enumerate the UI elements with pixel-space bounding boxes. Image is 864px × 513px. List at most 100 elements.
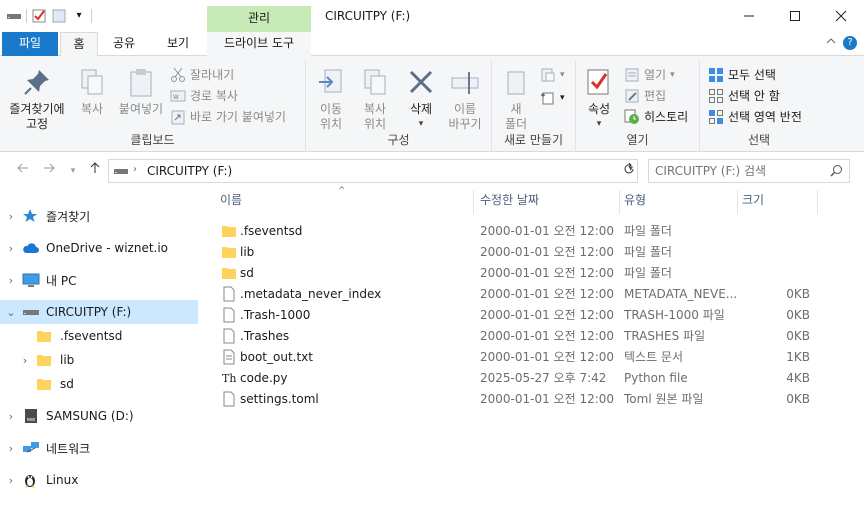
back-button[interactable] bbox=[12, 160, 34, 182]
file-date: 2000-01-01 오전 12:00 bbox=[480, 224, 615, 238]
ribbon-collapse-icon[interactable] bbox=[826, 36, 836, 49]
recent-locations-button[interactable]: ▾ bbox=[62, 160, 84, 182]
text-file-icon bbox=[222, 349, 236, 365]
properties-icon[interactable] bbox=[31, 8, 47, 24]
properties-button[interactable]: 속성 ▾ bbox=[580, 66, 618, 132]
collapse-chevron-icon[interactable]: ⌄ bbox=[0, 306, 22, 319]
organize-group-label: 구성 bbox=[387, 133, 410, 147]
column-header-type[interactable]: 유형 bbox=[620, 186, 736, 214]
nav-item-label: SAMSUNG (D:) bbox=[46, 409, 134, 423]
select-all-button[interactable]: 모두 선택 bbox=[708, 65, 776, 85]
expand-chevron-icon[interactable]: › bbox=[0, 442, 22, 455]
file-row[interactable]: settings.toml 2000-01-01 오전 12:00 Toml 원본 … bbox=[216, 388, 864, 409]
minimize-button[interactable] bbox=[726, 0, 772, 32]
tab-drive-tools[interactable]: 드라이브 도구 bbox=[207, 32, 311, 56]
refresh-button[interactable] bbox=[619, 160, 639, 182]
move-to-button[interactable]: 이동 위치 bbox=[310, 66, 352, 132]
properties-dropdown-icon[interactable]: ▾ bbox=[580, 117, 618, 132]
maximize-button[interactable] bbox=[772, 0, 818, 32]
file-row[interactable]: boot_out.txt 2000-01-01 오전 12:00 텍스트 문서 1KB bbox=[216, 346, 864, 367]
file-row[interactable]: .Trash-1000 2000-01-01 오전 12:00 TRASH-1000… bbox=[216, 304, 864, 325]
copy-label: 복사 bbox=[80, 102, 104, 116]
cut-label: 잘라내기 bbox=[190, 68, 235, 82]
help-icon[interactable]: ? bbox=[843, 36, 857, 50]
expand-chevron-icon[interactable]: › bbox=[0, 210, 22, 223]
breadcrumb-chevron-icon[interactable]: › bbox=[133, 164, 137, 175]
nav-item-circuitpy[interactable]: ⌄ CIRCUITPY (F:) bbox=[0, 300, 198, 324]
expand-chevron-icon[interactable]: › bbox=[14, 354, 36, 367]
nav-item-quick-access[interactable]: › 즐겨찾기 bbox=[0, 204, 198, 228]
expand-chevron-icon[interactable]: › bbox=[0, 410, 22, 423]
column-header-date[interactable]: 수정한 날짜 bbox=[476, 186, 618, 214]
tab-share[interactable]: 공유 bbox=[104, 32, 144, 56]
close-button[interactable] bbox=[818, 0, 864, 32]
new-folder-icon[interactable] bbox=[51, 8, 67, 24]
rename-button[interactable]: 이름 바꾸기 bbox=[442, 66, 488, 132]
file-row[interactable]: lib 2000-01-01 오전 12:00 파일 폴더 bbox=[216, 241, 864, 262]
nav-item-sd[interactable]: sd bbox=[0, 372, 198, 396]
easy-access-button[interactable]: ▾ bbox=[540, 88, 565, 108]
file-size: 0KB bbox=[786, 391, 810, 406]
address-path[interactable]: CIRCUITPY (F:) bbox=[147, 164, 232, 178]
up-button[interactable] bbox=[84, 160, 106, 182]
nav-item-linux[interactable]: › Linux bbox=[0, 468, 198, 492]
folder-icon bbox=[36, 328, 54, 344]
invert-selection-label: 선택 영역 반전 bbox=[728, 110, 802, 124]
delete-button[interactable]: 삭제 ▾ bbox=[400, 66, 442, 132]
copy-path-label: 경로 복사 bbox=[190, 89, 238, 103]
nav-item-this-pc[interactable]: › 내 PC bbox=[0, 268, 198, 292]
history-button[interactable]: 히스토리 bbox=[624, 107, 688, 127]
delete-dropdown-icon[interactable]: ▾ bbox=[400, 117, 442, 132]
paste-shortcut-button[interactable]: 바로 가기 붙여넣기 bbox=[170, 107, 286, 127]
expand-chevron-icon[interactable]: › bbox=[0, 274, 22, 287]
copy-path-button[interactable]: W 경로 복사 bbox=[170, 86, 238, 106]
nav-item-lib[interactable]: › lib bbox=[0, 348, 198, 372]
copy-to-button[interactable]: 복사 위치 bbox=[354, 66, 396, 132]
nav-item-onedrive[interactable]: › OneDrive - wiznet.io bbox=[0, 236, 198, 260]
expand-chevron-icon[interactable]: › bbox=[0, 242, 22, 255]
linux-icon bbox=[22, 472, 40, 488]
scissors-icon bbox=[170, 67, 186, 83]
paste-button[interactable]: 붙여넣기 bbox=[114, 66, 168, 117]
search-input[interactable] bbox=[655, 163, 825, 179]
expand-chevron-icon[interactable]: › bbox=[0, 474, 22, 487]
cut-button[interactable]: 잘라내기 bbox=[170, 65, 234, 85]
pin-to-quick-access-button[interactable]: 즐겨찾기에 고정 bbox=[4, 66, 70, 132]
history-label: 히스토리 bbox=[644, 110, 689, 124]
open-button[interactable]: 열기 ▾ bbox=[624, 65, 675, 85]
file-row[interactable]: Th code.py 2025-05-27 오후 7:42 Python file 4K… bbox=[216, 367, 864, 388]
rename-icon bbox=[449, 66, 481, 98]
copy-to-icon bbox=[359, 66, 391, 98]
column-header-size[interactable]: 크기 bbox=[738, 186, 818, 214]
new-folder-button[interactable]: 새 폴더 bbox=[496, 66, 536, 132]
tab-file[interactable]: 파일 bbox=[2, 32, 58, 56]
column-separator[interactable] bbox=[473, 190, 474, 214]
search-box[interactable] bbox=[648, 159, 850, 183]
nav-item-fseventsd[interactable]: .fseventsd bbox=[0, 324, 198, 348]
file-row[interactable]: sd 2000-01-01 오전 12:00 파일 폴더 bbox=[216, 262, 864, 283]
copy-button[interactable]: 복사 bbox=[72, 66, 112, 117]
file-row[interactable]: .fseventsd 2000-01-01 오전 12:00 파일 폴더 bbox=[216, 220, 864, 241]
customize-dropdown-icon[interactable]: ▾ bbox=[71, 8, 87, 24]
tab-home[interactable]: 홈 bbox=[60, 32, 98, 57]
column-separator[interactable] bbox=[817, 190, 818, 214]
drive-icon[interactable] bbox=[6, 8, 22, 24]
edit-icon bbox=[624, 88, 640, 104]
address-bar[interactable]: › CIRCUITPY (F:) ▾ bbox=[108, 159, 638, 183]
nav-item-samsung[interactable]: › SAMSUNG (D:) bbox=[0, 404, 198, 428]
file-row[interactable]: .Trashes 2000-01-01 오전 12:00 TRASHES 파일 0KB bbox=[216, 325, 864, 346]
column-header-name[interactable]: 이름 bbox=[216, 186, 472, 214]
search-icon[interactable] bbox=[830, 164, 843, 180]
clipboard-icon bbox=[125, 66, 157, 98]
forward-button[interactable] bbox=[38, 160, 60, 182]
invert-selection-button[interactable]: 선택 영역 반전 bbox=[708, 107, 802, 127]
open-dropdown-icon: ▾ bbox=[670, 70, 675, 80]
new-item-button[interactable]: ▾ bbox=[540, 65, 565, 85]
select-none-button[interactable]: 선택 안 함 bbox=[708, 86, 780, 106]
tab-manage[interactable]: 관리 bbox=[207, 6, 311, 32]
tab-view[interactable]: 보기 bbox=[156, 32, 200, 56]
file-row[interactable]: .metadata_never_index 2000-01-01 오전 12:00… bbox=[216, 283, 864, 304]
nav-item-label: 내 PC bbox=[46, 273, 77, 288]
edit-button[interactable]: 편집 bbox=[624, 86, 666, 106]
nav-item-network[interactable]: › 네트워크 bbox=[0, 436, 198, 460]
